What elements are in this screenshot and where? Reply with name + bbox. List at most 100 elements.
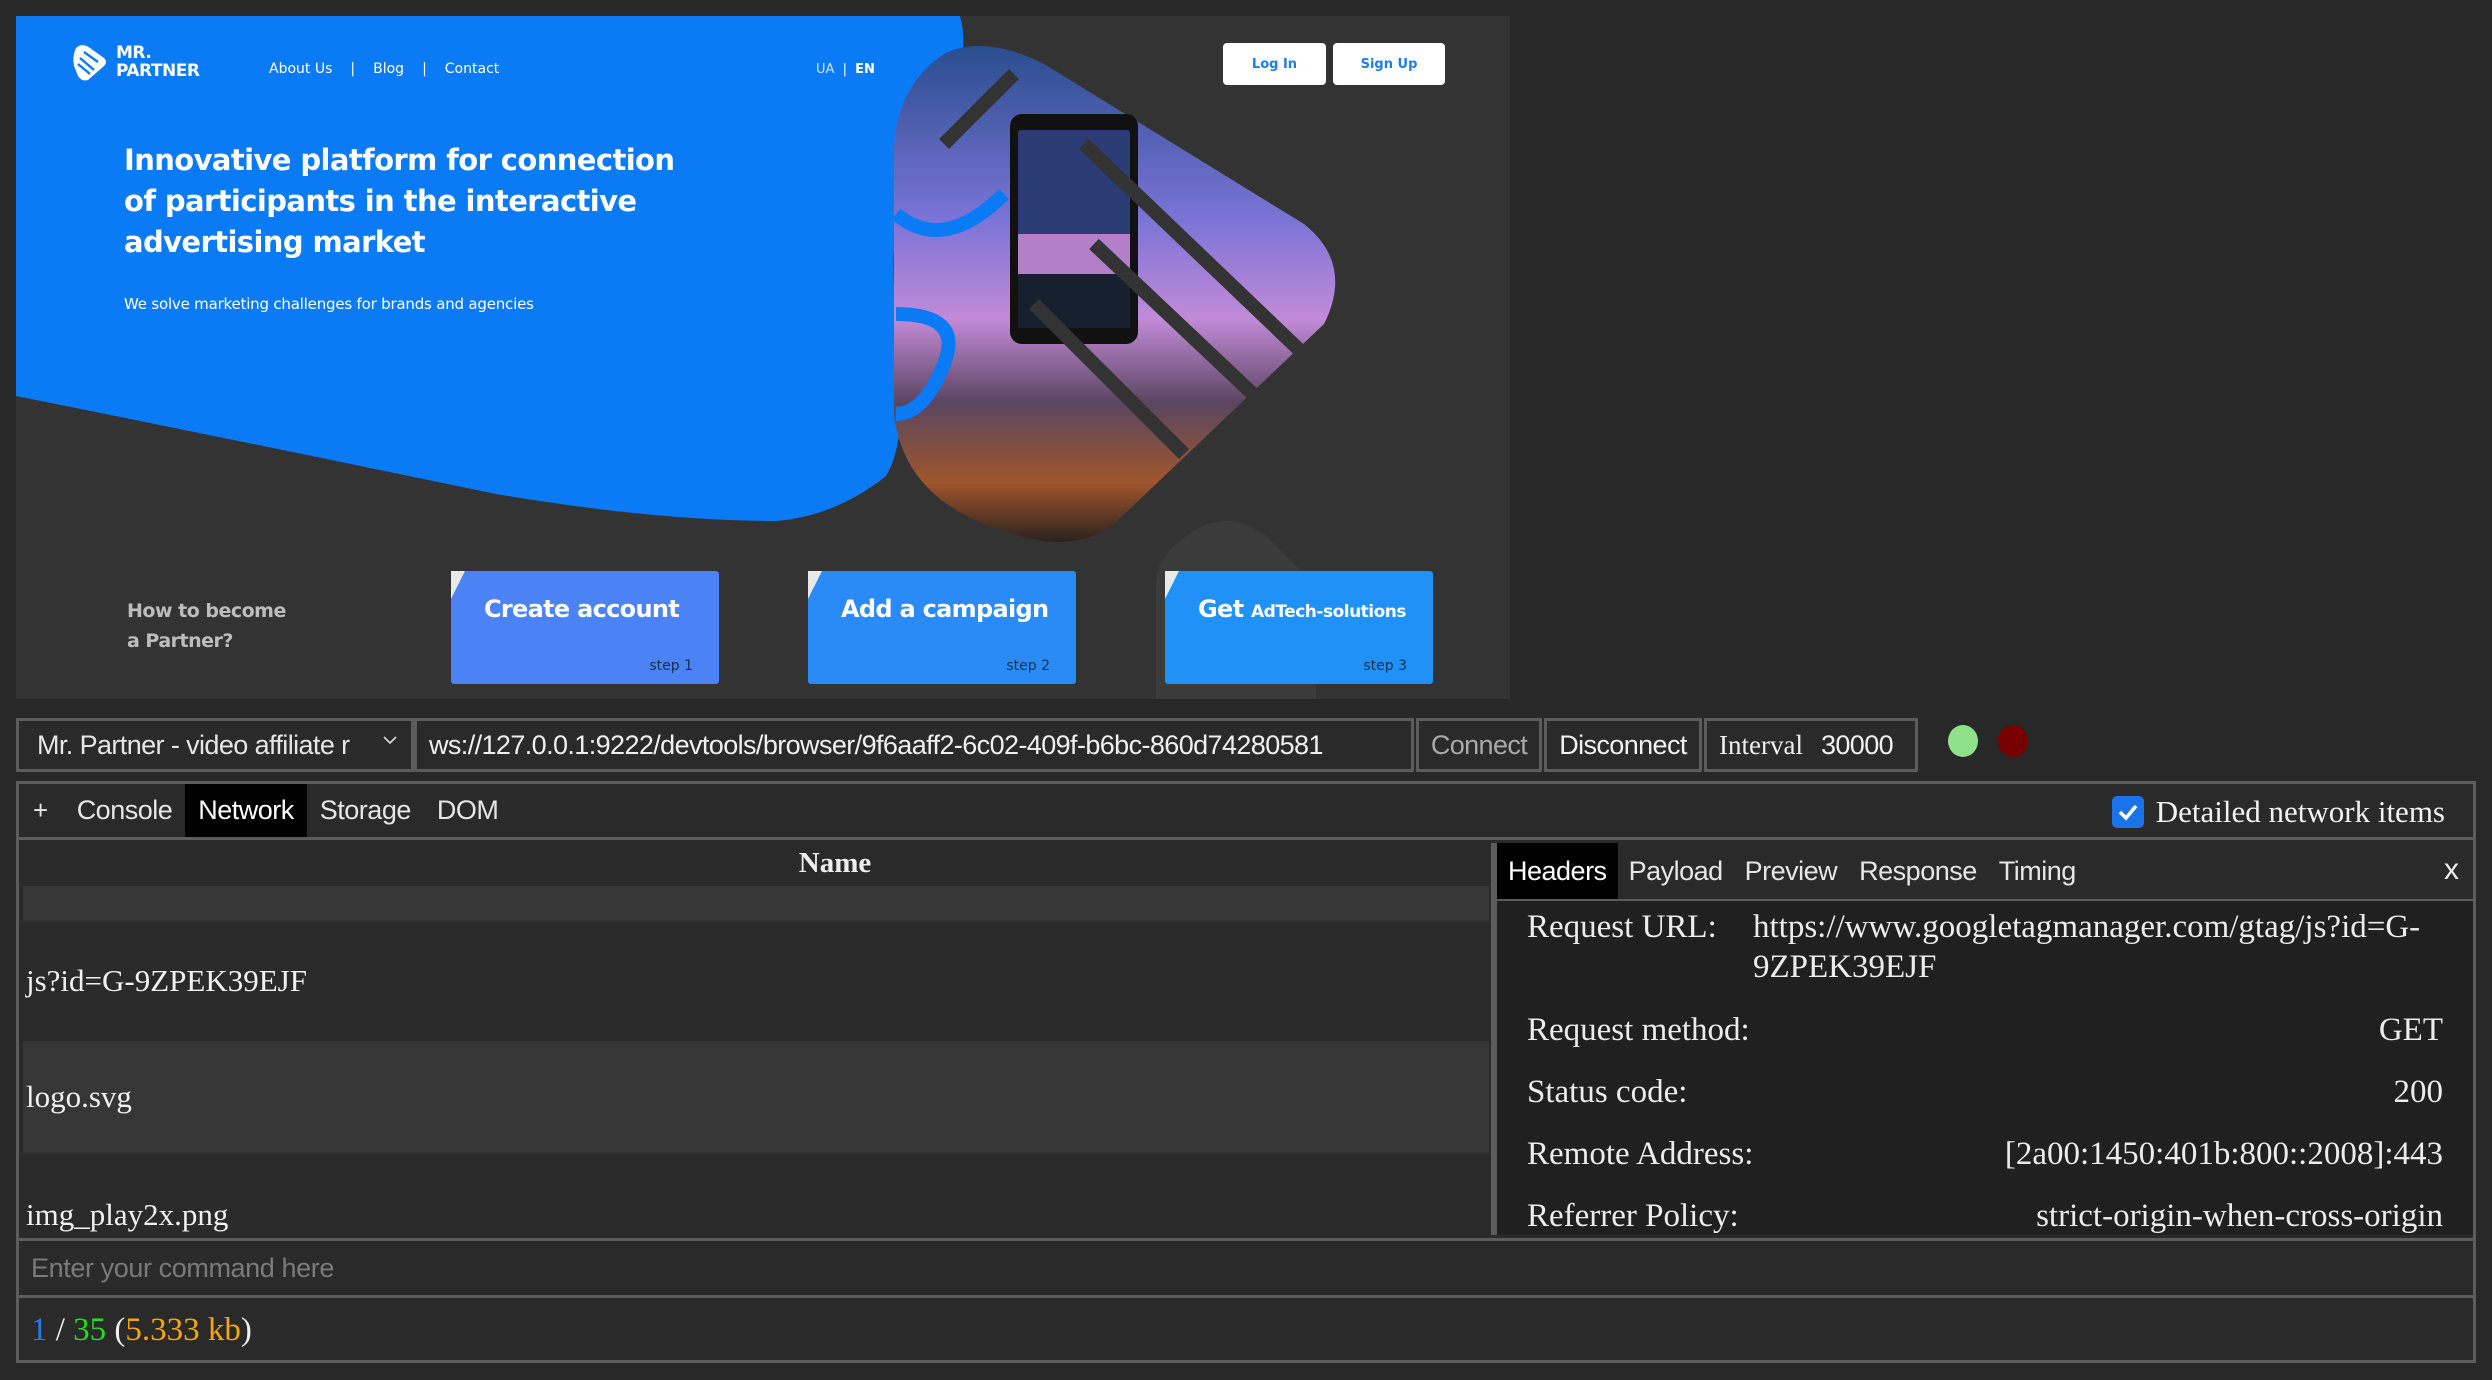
- column-header-name[interactable]: Name: [19, 843, 1491, 886]
- site-nav: About Us | Blog | Contact: [269, 61, 499, 77]
- disconnect-button[interactable]: Disconnect: [1544, 718, 1702, 772]
- how-to-become-partner: How to become a Partner?: [127, 596, 286, 656]
- interval-field[interactable]: Interval 30000: [1704, 718, 1918, 772]
- tab-storage[interactable]: Storage: [307, 784, 424, 837]
- header-referrer-policy: Referrer Policy: strict-origin-when-cros…: [1527, 1196, 2443, 1235]
- step-card-get-adtech[interactable]: Get AdTech-solutions step 3: [1165, 571, 1433, 684]
- page-select-value: Mr. Partner - video affiliate r: [37, 729, 350, 760]
- network-row[interactable]: img_play2x.png: [23, 1153, 1489, 1235]
- logo-line1: MR.: [116, 43, 152, 63]
- detailed-network-items-label: Detailed network items: [2155, 794, 2445, 829]
- detail-tab-timing[interactable]: Timing: [1988, 843, 2087, 899]
- header-value: https://www.googletagmanager.com/gtag/js…: [1753, 909, 2421, 985]
- how-to-line2: a Partner?: [127, 630, 233, 652]
- step-title: Add a campaign: [841, 595, 1049, 623]
- step-number: step 2: [1006, 658, 1050, 674]
- command-bar: [19, 1238, 2473, 1298]
- network-status-summary: 1 / 35 (5.333 kb): [31, 1312, 252, 1349]
- chevron-down-icon: [383, 736, 397, 745]
- nav-separator: |: [422, 61, 427, 77]
- checkbox-checked-icon[interactable]: [2111, 796, 2144, 828]
- lang-separator: |: [842, 62, 847, 77]
- connect-button[interactable]: Connect: [1416, 718, 1542, 772]
- step-title: Get AdTech-solutions: [1198, 595, 1407, 623]
- step-card-add-campaign[interactable]: Add a campaign step 2: [808, 571, 1076, 684]
- disconnected-status-indicator: [1998, 725, 2028, 757]
- devtools-tabs: + Console Network Storage DOM Detailed n…: [19, 784, 2473, 840]
- step-title: Create account: [484, 595, 680, 623]
- card-corner-decoration: [451, 571, 465, 599]
- nav-about-us[interactable]: About Us: [269, 61, 332, 77]
- header-request-url: Request URL: https://www.googletagmanage…: [1527, 907, 2443, 987]
- network-row[interactable]: js?id=G-9ZPEK39EJF: [23, 921, 1489, 1041]
- close-detail-button[interactable]: x: [2444, 853, 2459, 887]
- detailed-network-items-toggle[interactable]: Detailed network items: [2111, 794, 2445, 830]
- header-request-method: Request method: GET: [1527, 1010, 2443, 1050]
- step-title-text: Add a campaign: [841, 595, 1049, 623]
- header-status-code: Status code: 200: [1527, 1072, 2443, 1112]
- paren-close: ): [240, 1312, 252, 1348]
- tab-dom[interactable]: DOM: [424, 784, 512, 837]
- tab-network[interactable]: Network: [185, 784, 307, 837]
- website-preview: MR. PARTNER About Us | Blog | Contact UA …: [16, 16, 1510, 699]
- nav-separator: |: [350, 61, 356, 77]
- detail-tab-response[interactable]: Response: [1848, 843, 1988, 899]
- site-logo[interactable]: MR. PARTNER: [72, 42, 200, 82]
- header-remote-address: Remote Address: [2a00:1450:401b:800::200…: [1527, 1134, 2443, 1174]
- detail-tabs: Headers Payload Preview Response Timing …: [1497, 843, 2473, 901]
- websocket-url-input[interactable]: ws://127.0.0.1:9222/devtools/browser/9f6…: [414, 718, 1414, 772]
- detail-tab-headers[interactable]: Headers: [1497, 843, 1618, 899]
- network-row[interactable]: logo.svg: [23, 1041, 1489, 1153]
- handshake-logo-icon: [73, 45, 106, 81]
- header-key: Status code:: [1527, 1074, 1688, 1110]
- card-corner-decoration: [1165, 571, 1179, 599]
- transfer-size: 5.333 kb: [125, 1312, 241, 1348]
- interval-value[interactable]: 30000: [1821, 730, 1894, 761]
- language-switcher: UA | EN: [816, 62, 875, 77]
- connected-status-indicator: [1948, 725, 1978, 757]
- network-request-list: Name style.php?cabinet_map.css?v=62e0651…: [19, 843, 1491, 1235]
- selected-request-index: 1: [31, 1312, 48, 1348]
- request-detail-panel: Headers Payload Preview Response Timing …: [1497, 843, 2473, 1235]
- detail-tab-preview[interactable]: Preview: [1734, 843, 1849, 899]
- step-card-create-account[interactable]: Create account step 1: [451, 571, 719, 684]
- lang-ua[interactable]: UA: [816, 62, 834, 77]
- command-input[interactable]: [19, 1241, 2473, 1295]
- request-name: js?id=G-9ZPEK39EJF: [26, 963, 307, 998]
- header-value: 200: [2393, 1074, 2444, 1110]
- nav-contact[interactable]: Contact: [445, 61, 499, 77]
- step-number: step 1: [649, 658, 693, 674]
- header-key: Remote Address:: [1527, 1136, 1754, 1172]
- hero-subtitle: We solve marketing challenges for brands…: [124, 295, 534, 313]
- header-value: strict-origin-when-cross-origin: [2036, 1198, 2443, 1234]
- step-title-text: Create account: [484, 595, 680, 623]
- paren-open: (: [106, 1312, 126, 1348]
- header-key: Request method:: [1527, 1012, 1750, 1048]
- total-requests: 35: [73, 1312, 107, 1348]
- header-value: GET: [2378, 1012, 2443, 1048]
- how-to-line1: How to become: [127, 600, 286, 622]
- signup-button[interactable]: Sign Up: [1333, 43, 1445, 85]
- lang-en[interactable]: EN: [855, 62, 875, 77]
- add-tab-button[interactable]: +: [19, 784, 64, 837]
- request-name: logo.svg: [26, 1079, 132, 1114]
- hero-title: Innovative platform for connection of pa…: [124, 143, 675, 259]
- request-name: img_play2x.png: [26, 1197, 229, 1232]
- hero-phone-image: [891, 46, 1336, 542]
- header-key: Referrer Policy:: [1527, 1198, 1739, 1234]
- login-button[interactable]: Log In: [1223, 43, 1326, 85]
- header-key: Request URL:: [1527, 909, 1717, 945]
- step-title-small: AdTech-solutions: [1251, 602, 1407, 622]
- page-select[interactable]: Mr. Partner - video affiliate r: [16, 718, 414, 772]
- step-number: step 3: [1363, 658, 1407, 674]
- logo-line2: PARTNER: [116, 61, 200, 81]
- interval-label: Interval: [1719, 729, 1803, 760]
- devtools-panel: + Console Network Storage DOM Detailed n…: [16, 781, 2476, 1363]
- nav-blog[interactable]: Blog: [373, 61, 404, 77]
- card-corner-decoration: [808, 571, 822, 599]
- tab-console[interactable]: Console: [64, 784, 186, 837]
- header-value: [2a00:1450:401b:800::2008]:443: [2004, 1136, 2443, 1172]
- step-title-text: Get: [1198, 595, 1252, 623]
- status-separator: /: [47, 1312, 74, 1348]
- detail-tab-payload[interactable]: Payload: [1618, 843, 1734, 899]
